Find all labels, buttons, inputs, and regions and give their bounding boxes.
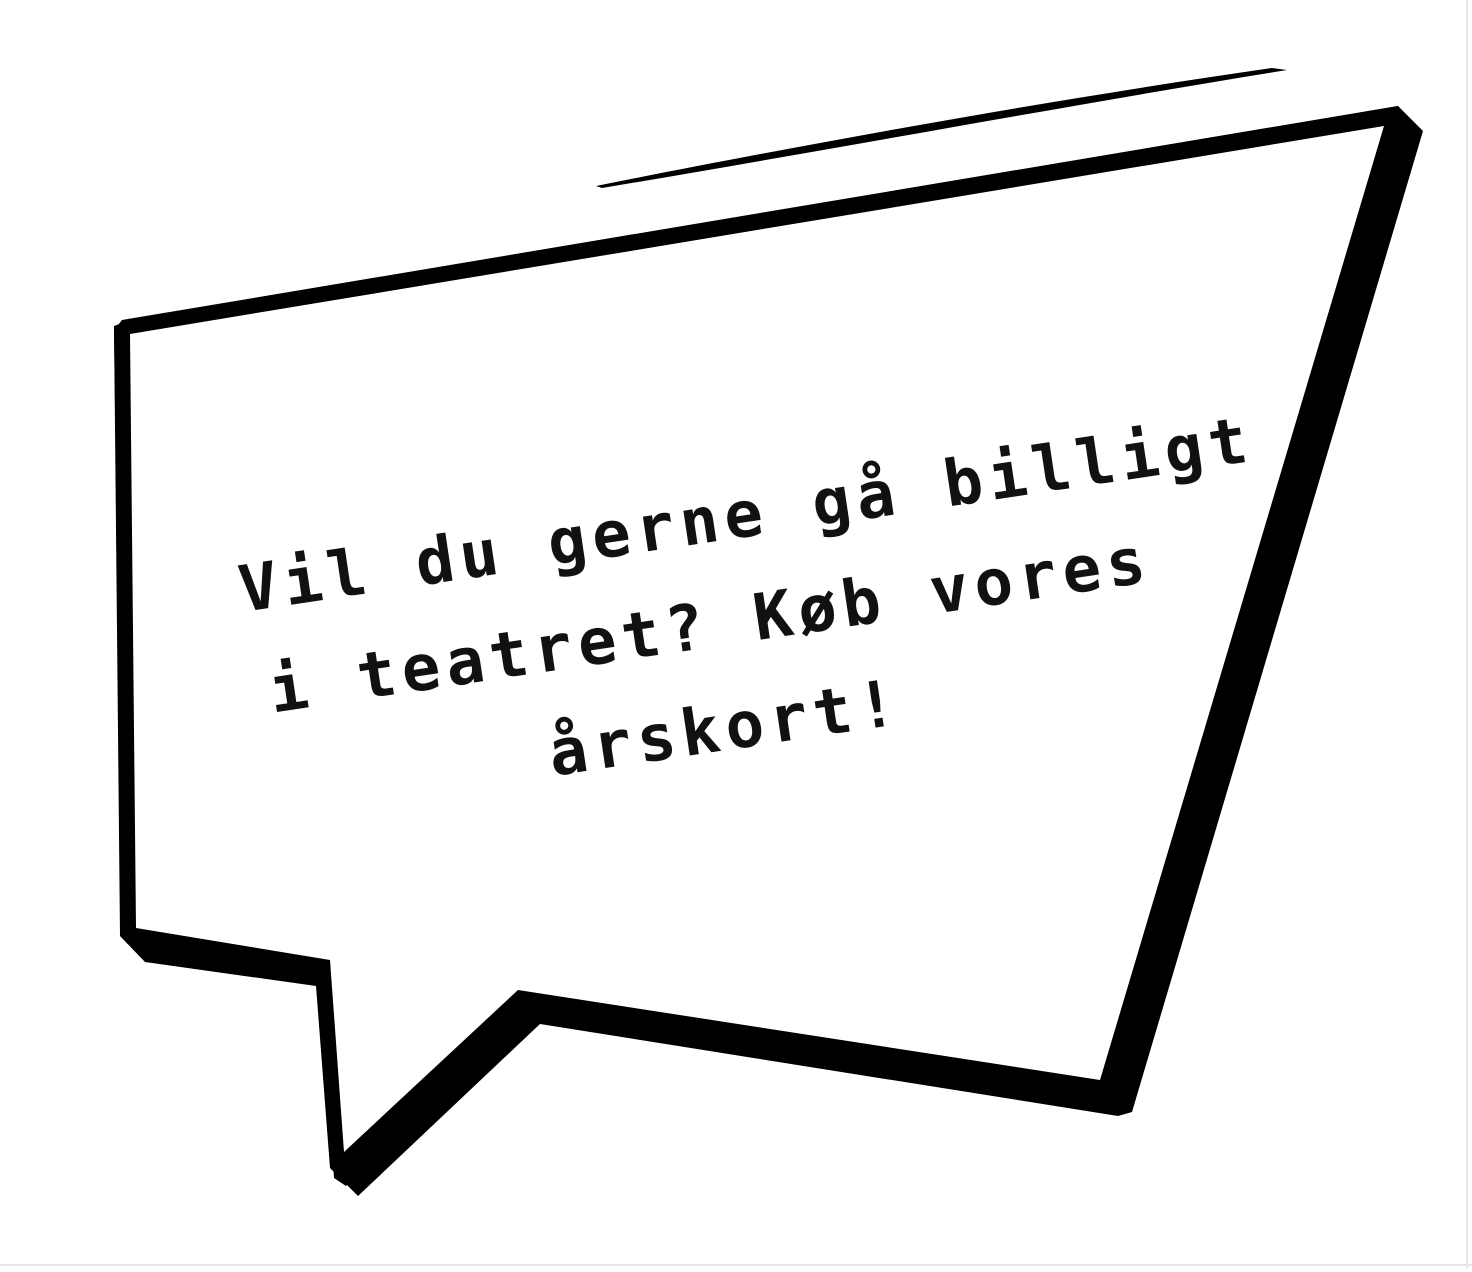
illustration-canvas: Vil du gerne gå billigt i teatret? Køb v… xyxy=(0,0,1472,1268)
frame-edge xyxy=(1466,0,1468,1268)
frame-edge xyxy=(0,1264,1472,1266)
